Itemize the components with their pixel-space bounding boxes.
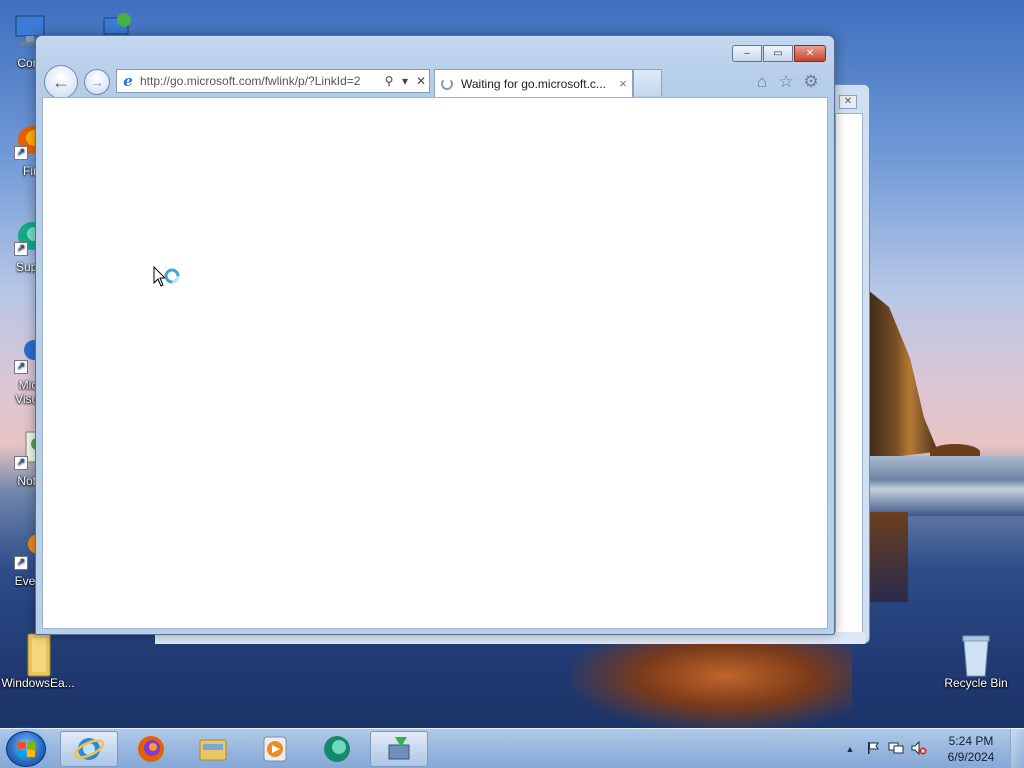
show-desktop-button[interactable] [1010,729,1024,768]
clock-date: 6/9/2024 [947,750,995,764]
back-button[interactable]: ← [44,65,78,99]
page-content[interactable] [42,97,828,629]
system-tray: ▲ 5:24 PM 6/9/2024 [840,729,1024,768]
minimize-button[interactable]: – [732,45,762,62]
taskbar-file-explorer[interactable] [184,731,242,767]
internet-explorer-window[interactable]: – ▭ ✕ ← → e http://go.microsoft.com/fwli… [35,35,835,635]
busy-cursor-icon [153,265,183,296]
background-window-content [835,113,863,635]
start-button[interactable] [6,731,46,767]
search-icon[interactable]: ⚲ [381,74,397,88]
action-center-flag-icon[interactable] [863,741,883,758]
ie-page-icon: e [123,72,133,90]
cliff-scenery [868,290,938,460]
internet-explorer-icon [73,738,105,760]
shortcut-arrow-icon: ↗ [14,556,28,570]
desktop-icon-windowsea-folder[interactable]: WindowsEa... [0,632,76,690]
recycle-bin-icon [956,632,996,677]
address-bar[interactable]: e http://go.microsoft.com/fwlink/p/?Link… [116,69,430,93]
firefox-icon [138,736,164,762]
new-tab-button[interactable] [633,69,662,96]
folder-icon [18,632,58,677]
address-url[interactable]: http://go.microsoft.com/fwlink/p/?LinkId… [140,74,381,88]
sea-scenery [868,456,1024,516]
window-caption-buttons: – ▭ ✕ [731,45,826,62]
media-player-icon [263,736,287,762]
installer-icon [388,737,410,760]
forward-button[interactable]: → [84,69,110,95]
shortcut-arrow-icon: ↗ [14,146,28,160]
taskbar-app[interactable] [308,731,366,767]
volume-muted-icon[interactable] [909,740,929,758]
clock-time: 5:24 PM [948,734,994,748]
shortcut-arrow-icon: ↗ [14,456,28,470]
cliff-reflection [868,512,908,602]
address-dropdown-icon[interactable]: ▾ [397,74,413,88]
browser-tab[interactable]: Waiting for go.microsoft.c... × [434,69,633,97]
folder-icon [199,739,227,761]
home-icon[interactable]: ⌂ [752,72,772,92]
tab-close-icon[interactable]: × [614,76,632,91]
taskbar-media-player[interactable] [246,731,304,767]
background-window-close-button[interactable]: ✕ [839,95,857,109]
close-button[interactable]: ✕ [794,45,826,62]
tab-title: Waiting for go.microsoft.c... [461,76,606,91]
tools-gear-icon[interactable]: ⚙ [801,72,821,92]
taskbar-firefox[interactable] [122,731,180,767]
clock[interactable]: 5:24 PM 6/9/2024 [936,733,1006,765]
back-arrow-icon: ← [52,71,70,92]
background-window[interactable]: ✕ [830,84,870,644]
favorites-icon[interactable]: ☆ [776,72,796,92]
desktop-icon-label: WindowsEa... [1,676,75,690]
windows-logo-icon [18,742,36,758]
shortcut-arrow-icon: ↗ [14,360,28,374]
desktop-icon-recycle-bin[interactable]: Recycle Bin [936,632,1016,690]
stop-icon[interactable]: ✕ [413,74,429,88]
forward-arrow-icon: → [90,74,104,90]
shortcut-arrow-icon: ↗ [14,242,28,256]
app-icon [324,736,350,762]
network-icon[interactable] [886,741,906,758]
desktop-icon-label: Recycle Bin [944,676,1008,690]
taskbar-installer[interactable] [370,731,428,767]
maximize-button[interactable]: ▭ [763,45,793,62]
taskbar-internet-explorer[interactable] [60,731,118,767]
taskbar: ▲ 5:24 PM 6/9/2024 [0,728,1024,768]
show-hidden-icons-icon[interactable]: ▲ [840,744,860,754]
sunset-reflection [572,640,852,730]
loading-spinner-icon [441,77,453,90]
